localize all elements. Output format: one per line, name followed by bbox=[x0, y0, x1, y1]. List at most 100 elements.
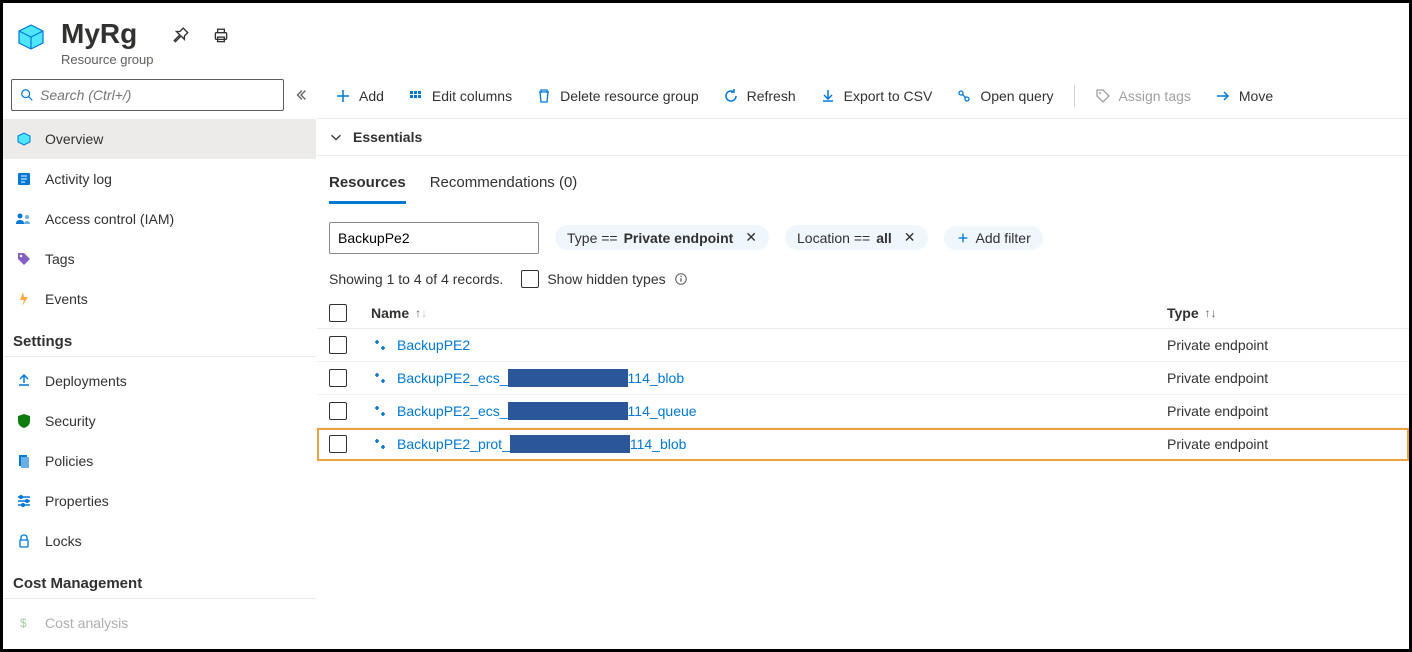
private-endpoint-icon bbox=[371, 369, 389, 387]
events-icon bbox=[15, 290, 33, 308]
sidebar-item-overview[interactable]: Overview bbox=[3, 119, 316, 159]
tag-icon bbox=[15, 250, 33, 268]
sidebar-item-label: Activity log bbox=[45, 171, 112, 187]
table-row[interactable]: BackupPE2_prot_114_blobPrivate endpoint bbox=[317, 428, 1409, 461]
edit-columns-button[interactable]: Edit columns bbox=[398, 78, 522, 114]
search-icon bbox=[20, 88, 34, 102]
results-summary: Showing 1 to 4 of 4 records. bbox=[329, 271, 503, 287]
table-row[interactable]: BackupPE2Private endpoint bbox=[317, 329, 1409, 362]
tab-recommendations[interactable]: Recommendations (0) bbox=[430, 174, 578, 204]
cost-icon: $ bbox=[15, 614, 33, 632]
toolbar: Add Edit columns Delete resource group R… bbox=[317, 75, 1409, 119]
refresh-icon bbox=[723, 88, 739, 104]
filter-bar: Type == Private endpoint ✕ Location == a… bbox=[317, 204, 1409, 258]
sidebar-nav: Overview Activity log Access control (IA… bbox=[3, 119, 316, 649]
sidebar-section-cost: Cost Management bbox=[3, 561, 316, 599]
arrow-right-icon bbox=[1215, 88, 1231, 104]
row-checkbox[interactable] bbox=[329, 336, 347, 354]
table-row[interactable]: BackupPE2_ecs_114_queuePrivate endpoint bbox=[317, 395, 1409, 428]
resource-link[interactable]: BackupPE2 bbox=[397, 337, 470, 353]
sidebar-item-label: Security bbox=[45, 413, 96, 429]
column-header-type[interactable]: Type ↑↓ bbox=[1167, 305, 1397, 321]
assign-tags-button: Assign tags bbox=[1085, 78, 1201, 114]
resource-link[interactable]: BackupPE2_ecs_ bbox=[397, 403, 508, 419]
select-all-checkbox[interactable] bbox=[329, 304, 347, 322]
plus-icon bbox=[335, 88, 351, 104]
sidebar-item-label: Locks bbox=[45, 533, 82, 549]
tab-resources[interactable]: Resources bbox=[329, 174, 406, 204]
sidebar-item-policies[interactable]: Policies bbox=[3, 441, 316, 481]
policy-icon bbox=[15, 452, 33, 470]
row-checkbox[interactable] bbox=[329, 402, 347, 420]
move-button[interactable]: Move bbox=[1205, 78, 1283, 114]
sidebar-item-deployments[interactable]: Deployments bbox=[3, 361, 316, 401]
sidebar-item-tags[interactable]: Tags bbox=[3, 239, 316, 279]
add-button[interactable]: Add bbox=[325, 78, 394, 114]
sidebar-search[interactable] bbox=[11, 79, 284, 111]
pin-icon[interactable] bbox=[172, 27, 190, 45]
redacted-block bbox=[508, 369, 628, 387]
essentials-toggle[interactable]: Essentials bbox=[317, 119, 1409, 156]
query-icon bbox=[956, 88, 972, 104]
table-row[interactable]: BackupPE2_ecs_114_blobPrivate endpoint bbox=[317, 362, 1409, 395]
resource-link[interactable]: BackupPE2_ecs_ bbox=[397, 370, 508, 386]
info-icon[interactable] bbox=[674, 272, 688, 286]
add-filter-button[interactable]: Add filter bbox=[944, 226, 1043, 250]
sidebar-item-label: Events bbox=[45, 291, 88, 307]
pill-value: Private endpoint bbox=[624, 230, 734, 246]
sidebar-item-cost-analysis[interactable]: $ Cost analysis bbox=[3, 603, 316, 643]
toolbar-label: Assign tags bbox=[1119, 88, 1191, 104]
search-input[interactable] bbox=[40, 87, 275, 103]
sidebar-item-label: Overview bbox=[45, 131, 103, 147]
show-hidden-checkbox[interactable] bbox=[521, 270, 539, 288]
filter-pill-location[interactable]: Location == all ✕ bbox=[785, 225, 927, 250]
sidebar-item-label: Tags bbox=[45, 251, 75, 267]
iam-icon bbox=[15, 210, 33, 228]
toolbar-label: Add bbox=[359, 88, 384, 104]
column-header-name[interactable]: Name ↑↓ bbox=[371, 305, 1167, 321]
sidebar-item-events[interactable]: Events bbox=[3, 279, 316, 319]
row-checkbox[interactable] bbox=[329, 435, 347, 453]
toolbar-label: Open query bbox=[980, 88, 1053, 104]
sidebar-item-locks[interactable]: Locks bbox=[3, 521, 316, 561]
sidebar-item-access-control[interactable]: Access control (IAM) bbox=[3, 199, 316, 239]
collapse-sidebar-icon[interactable] bbox=[294, 88, 308, 102]
resource-link[interactable]: BackupPE2_prot_ bbox=[397, 436, 510, 452]
filter-input[interactable] bbox=[329, 222, 539, 254]
sidebar-item-label: Properties bbox=[45, 493, 109, 509]
toolbar-label: Refresh bbox=[747, 88, 796, 104]
open-query-button[interactable]: Open query bbox=[946, 78, 1063, 114]
delete-rg-button[interactable]: Delete resource group bbox=[526, 78, 709, 114]
private-endpoint-icon bbox=[371, 402, 389, 420]
resource-link[interactable]: 114_blob bbox=[628, 370, 685, 386]
sidebar-item-activity-log[interactable]: Activity log bbox=[3, 159, 316, 199]
print-icon[interactable] bbox=[212, 27, 230, 45]
filter-pill-type[interactable]: Type == Private endpoint ✕ bbox=[555, 225, 769, 250]
resource-link[interactable]: 114_queue bbox=[628, 403, 697, 419]
props-icon bbox=[15, 492, 33, 510]
chevron-down-icon bbox=[329, 130, 343, 144]
export-csv-button[interactable]: Export to CSV bbox=[810, 78, 943, 114]
close-icon[interactable]: ✕ bbox=[745, 229, 757, 246]
deploy-icon bbox=[15, 372, 33, 390]
sort-icon: ↑↓ bbox=[1205, 306, 1217, 320]
shield-icon bbox=[15, 412, 33, 430]
log-icon bbox=[15, 170, 33, 188]
pill-label: Add filter bbox=[976, 230, 1031, 246]
tag-icon bbox=[1095, 88, 1111, 104]
redacted-block bbox=[508, 402, 628, 420]
toolbar-label: Move bbox=[1239, 88, 1273, 104]
sidebar-item-security[interactable]: Security bbox=[3, 401, 316, 441]
close-icon[interactable]: ✕ bbox=[904, 229, 916, 246]
cube-icon bbox=[15, 130, 33, 148]
results-meta: Showing 1 to 4 of 4 records. Show hidden… bbox=[317, 258, 1409, 294]
refresh-button[interactable]: Refresh bbox=[713, 78, 806, 114]
sidebar-item-properties[interactable]: Properties bbox=[3, 481, 316, 521]
add-filter-icon bbox=[956, 231, 970, 245]
resource-link[interactable]: 114_blob bbox=[630, 436, 687, 452]
download-icon bbox=[820, 88, 836, 104]
main-content: Add Edit columns Delete resource group R… bbox=[317, 75, 1409, 649]
sidebar: Overview Activity log Access control (IA… bbox=[3, 75, 317, 649]
row-checkbox[interactable] bbox=[329, 369, 347, 387]
sidebar-item-label: Policies bbox=[45, 453, 93, 469]
